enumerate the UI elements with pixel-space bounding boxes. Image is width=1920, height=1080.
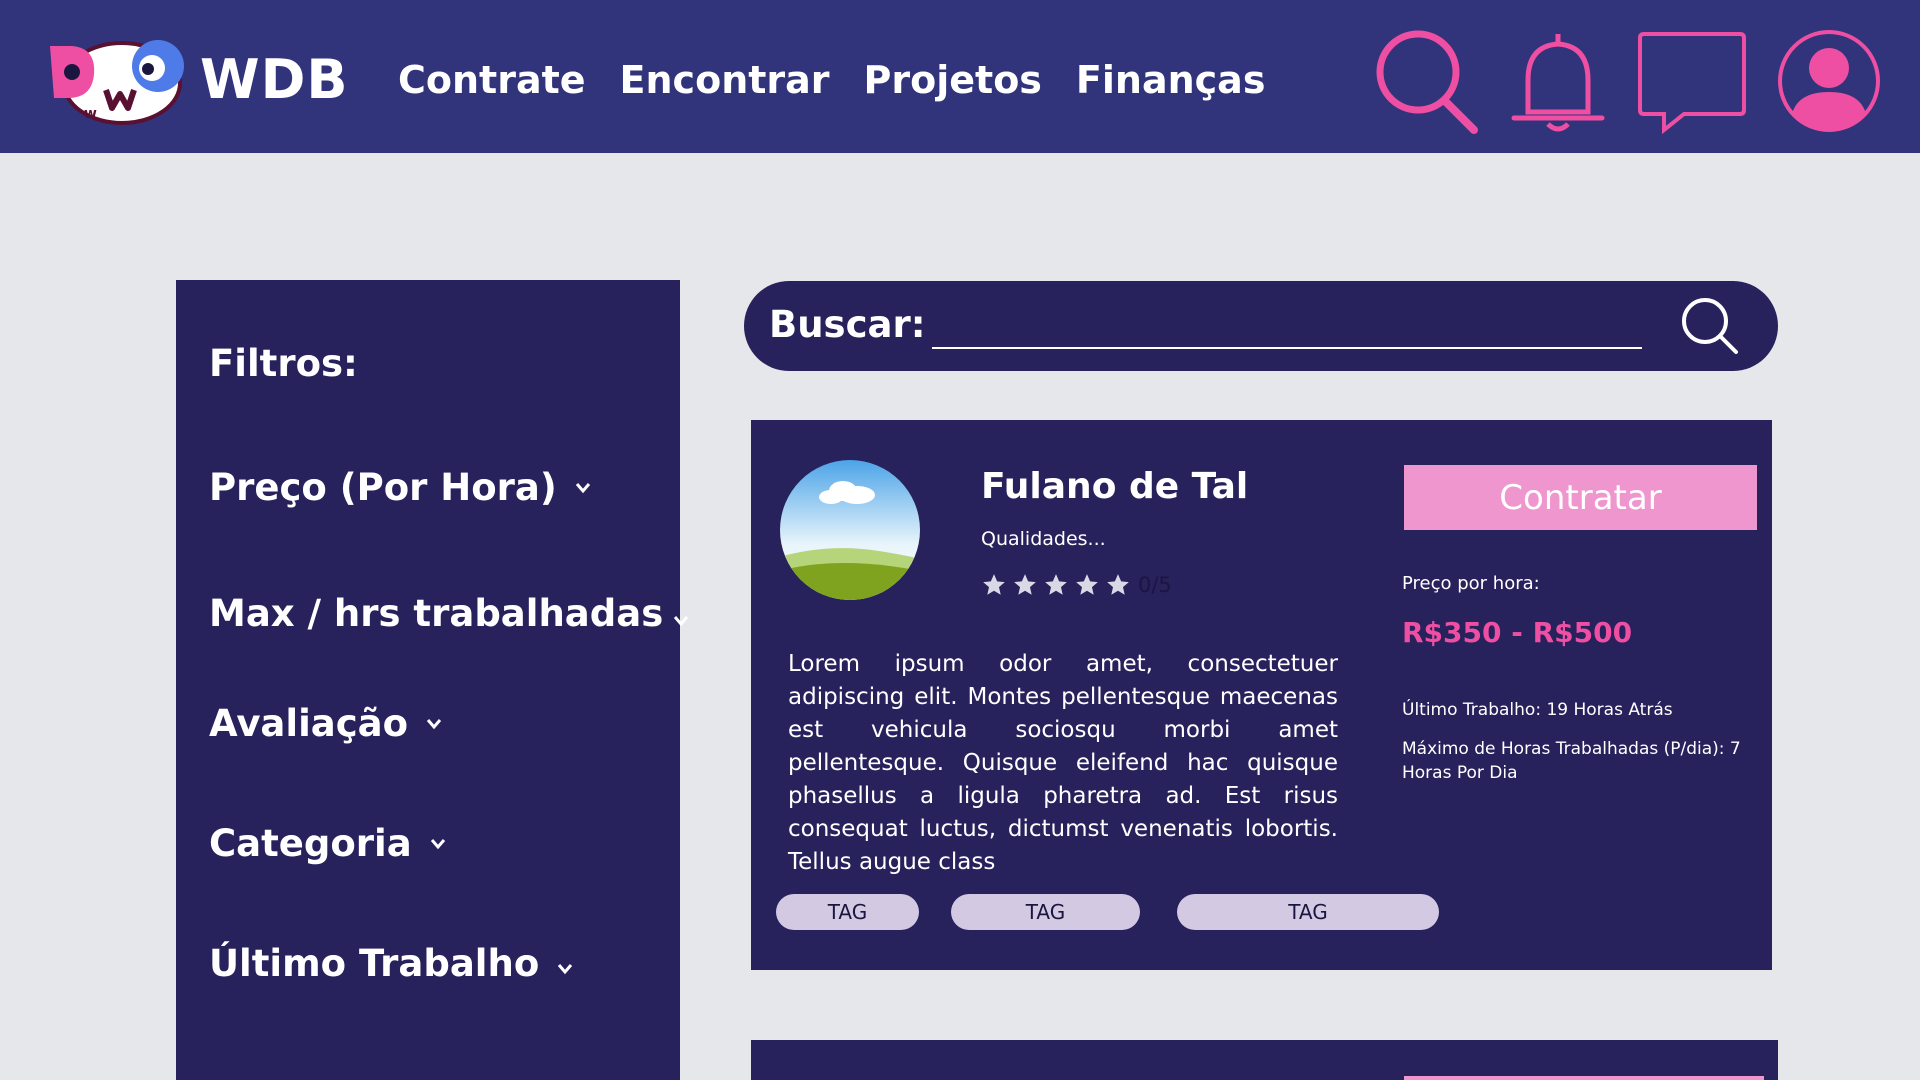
star-icon (1014, 574, 1036, 595)
filter-price[interactable]: Preço (Por Hora) (209, 466, 591, 509)
logo-icon[interactable]: w (44, 38, 194, 128)
nav-projetos[interactable]: Projetos (864, 58, 1042, 102)
bell-icon[interactable] (1508, 28, 1608, 138)
freelancer-description: Lorem ipsum odor amet, consectetuer adip… (788, 651, 1338, 875)
max-hours-info: Máximo de Horas Trabalhadas (P/dia): 7 H… (1402, 739, 1741, 783)
star-icon (1045, 574, 1067, 595)
chevron-down-icon (430, 838, 445, 849)
filter-last-work-label: Último Trabalho (209, 942, 540, 985)
filters-sidebar: Filtros: Preço (Por Hora) Max / hrs trab… (176, 280, 689, 1080)
price-label: Preço por hora: (1402, 573, 1540, 594)
svg-text:w: w (84, 106, 97, 122)
qualities-text: Qualidades... (981, 528, 1106, 550)
chevron-down-icon (426, 718, 442, 729)
chevron-down-icon (558, 963, 573, 974)
freelancer-card: Fulano de Tal Qualidades... 0/5 Lorem ip… (751, 420, 1772, 970)
chat-icon[interactable] (1636, 28, 1748, 138)
filter-rating-label: Avaliação (209, 702, 409, 745)
search-label: Buscar: (769, 303, 926, 346)
search-button[interactable] (1678, 294, 1742, 362)
top-navbar: w WDB Contrate Encontrar Projetos Finanç… (0, 0, 1920, 153)
search-icon (1682, 298, 1738, 354)
freelancer-name[interactable]: Fulano de Tal (981, 466, 1248, 507)
chevron-down-icon (575, 482, 590, 493)
filter-max-hours[interactable]: Max / hrs trabalhadas (209, 592, 689, 635)
rating: 0/5 (981, 572, 1172, 598)
hire-button[interactable]: Contratar (1404, 465, 1757, 530)
nav-encontrar[interactable]: Encontrar (620, 58, 830, 102)
filter-max-hours-label: Max / hrs trabalhadas (209, 592, 664, 635)
chevron-down-icon (674, 615, 689, 626)
filter-price-label: Preço (Por Hora) (209, 466, 557, 509)
tag-chip[interactable]: TAG (951, 894, 1140, 930)
filters-title: Filtros: (209, 342, 358, 385)
rating-value: 0/5 (1138, 573, 1172, 597)
star-icon (1076, 574, 1098, 595)
brand-name[interactable]: WDB (200, 48, 349, 111)
star-icon (1107, 574, 1129, 595)
search-icon[interactable] (1372, 28, 1482, 138)
price-value: R$350 - R$500 (1402, 616, 1633, 649)
nav-financas[interactable]: Finanças (1076, 58, 1266, 102)
tag-chip[interactable]: TAG (1177, 894, 1439, 930)
search-input[interactable] (932, 305, 1642, 349)
filter-category-label: Categoria (209, 822, 412, 865)
search-bar: Buscar: (744, 281, 1778, 371)
filter-last-work[interactable]: Último Trabalho (209, 942, 573, 985)
star-icon (983, 574, 1005, 595)
filter-rating[interactable]: Avaliação (209, 702, 442, 745)
hire-button[interactable] (1404, 1076, 1764, 1080)
last-work-info: Último Trabalho: 19 Horas Atrás (1402, 700, 1673, 720)
filter-category[interactable]: Categoria (209, 822, 446, 865)
tag-chip[interactable]: TAG (776, 894, 919, 930)
user-profile-icon[interactable] (1776, 28, 1882, 134)
freelancer-card (751, 1040, 1778, 1080)
avatar[interactable] (779, 459, 921, 605)
nav-contrate[interactable]: Contrate (398, 58, 586, 102)
main-nav: Contrate Encontrar Projetos Finanças (398, 58, 1299, 102)
